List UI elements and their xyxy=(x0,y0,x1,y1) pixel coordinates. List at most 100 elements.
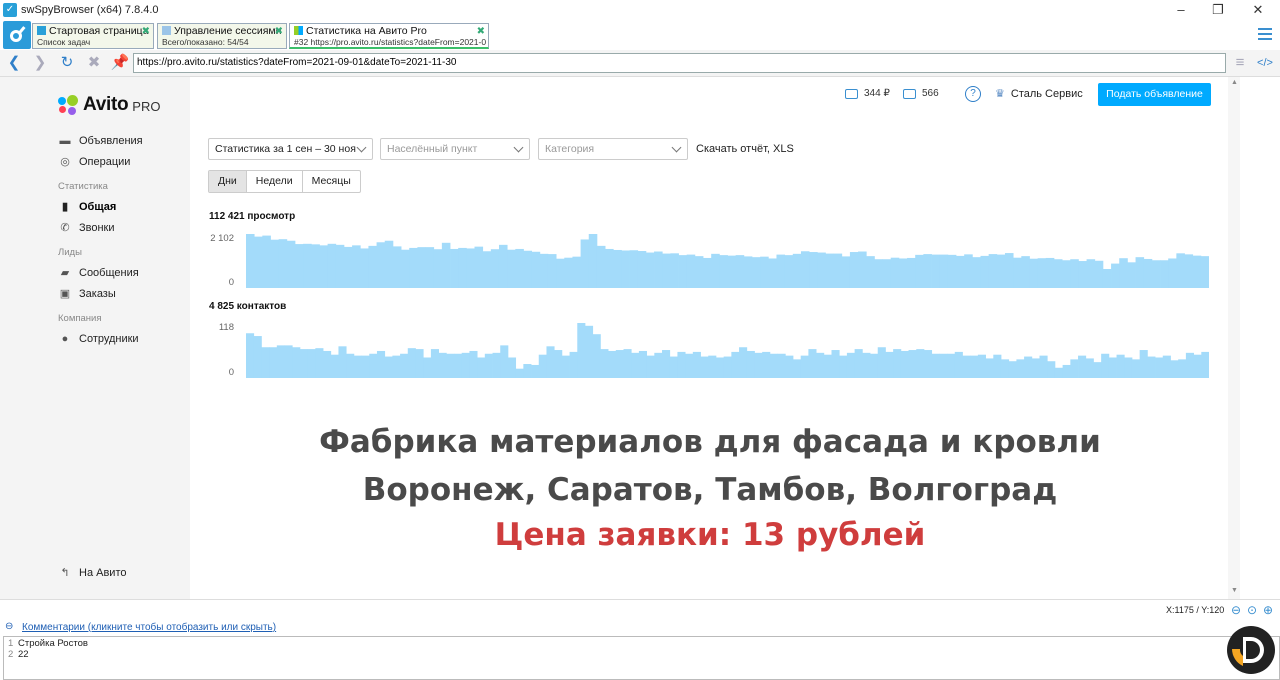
chart-bar[interactable] xyxy=(977,354,986,378)
chart-bar[interactable] xyxy=(1102,268,1112,288)
chart-bar[interactable] xyxy=(931,353,940,378)
chart-bar[interactable] xyxy=(762,351,771,378)
chart-bar[interactable] xyxy=(1008,361,1017,378)
chart-bar[interactable] xyxy=(662,253,671,288)
chart-bar[interactable] xyxy=(1045,257,1055,288)
chart-bar[interactable] xyxy=(1131,359,1141,378)
chart-bar[interactable] xyxy=(685,353,694,378)
chart-bar[interactable] xyxy=(564,257,573,288)
chart-bar[interactable] xyxy=(1170,360,1179,378)
chart-bar[interactable] xyxy=(561,355,570,378)
chart-bar[interactable] xyxy=(1062,364,1071,378)
sidebar-item-listings[interactable]: ▬ Объявления xyxy=(58,132,143,150)
chart-bar[interactable] xyxy=(846,352,856,378)
chart-bar[interactable] xyxy=(816,352,825,378)
chart-bar[interactable] xyxy=(1124,357,1133,378)
chart-bar[interactable] xyxy=(915,254,924,288)
chart-bar[interactable] xyxy=(931,254,941,288)
chart-bar[interactable] xyxy=(608,350,617,378)
chart-bar[interactable] xyxy=(323,350,332,378)
chart-bar[interactable] xyxy=(1013,257,1022,288)
chart-bar[interactable] xyxy=(877,347,886,378)
scroll-up-icon[interactable]: ▲ xyxy=(1231,79,1238,86)
chart-bar[interactable] xyxy=(1054,367,1064,378)
chart-bar[interactable] xyxy=(849,252,859,288)
chart-bar[interactable] xyxy=(785,355,794,378)
chart-bar[interactable] xyxy=(760,256,769,288)
chart-bar[interactable] xyxy=(605,248,614,288)
chart-bar[interactable] xyxy=(346,353,355,378)
forward-icon[interactable]: ❯ xyxy=(30,54,50,72)
chart-bar[interactable] xyxy=(294,244,304,288)
chart-bar[interactable] xyxy=(1192,255,1202,288)
chart-bar[interactable] xyxy=(700,356,709,378)
chart-bar[interactable] xyxy=(637,251,647,288)
chart-bar[interactable] xyxy=(507,357,517,378)
chart-bar[interactable] xyxy=(1062,260,1071,288)
chart-bar[interactable] xyxy=(715,357,725,378)
chart-bar[interactable] xyxy=(392,246,402,288)
chart-bar[interactable] xyxy=(482,251,492,288)
granularity-months[interactable]: Месяцы xyxy=(303,171,360,192)
chart-bar[interactable] xyxy=(1047,361,1056,378)
company-switcher[interactable]: ♛ Сталь Сервис xyxy=(995,87,1083,101)
chart-bar[interactable] xyxy=(276,345,285,378)
chart-bar[interactable] xyxy=(500,345,509,378)
chart-bar[interactable] xyxy=(1031,358,1040,378)
chart-bar[interactable] xyxy=(572,256,581,288)
chart-bar[interactable] xyxy=(343,246,353,288)
chart-bar[interactable] xyxy=(384,240,394,288)
chart-bar[interactable] xyxy=(507,249,516,288)
chart-bar[interactable] xyxy=(1086,259,1096,288)
chart-bar[interactable] xyxy=(615,350,624,378)
chart-bar[interactable] xyxy=(361,355,370,378)
chart-bar[interactable] xyxy=(292,347,301,378)
chart-bar[interactable] xyxy=(678,255,688,288)
chart-bar[interactable] xyxy=(792,359,802,378)
chart-bar[interactable] xyxy=(1160,260,1169,288)
chart-bar[interactable] xyxy=(1078,355,1087,378)
chart-bar[interactable] xyxy=(269,347,278,378)
chart-bar[interactable] xyxy=(438,352,447,378)
period-select[interactable]: Статистика за 1 сен – 30 ноя xyxy=(208,138,373,160)
tab-close-icon[interactable]: ✖ xyxy=(275,26,283,37)
chart-bar[interactable] xyxy=(711,253,720,288)
chart-bar[interactable] xyxy=(993,354,1002,378)
chart-bar[interactable] xyxy=(735,255,745,288)
chart-bar[interactable] xyxy=(246,234,255,288)
chart-bar[interactable] xyxy=(556,258,565,288)
chart-bar[interactable] xyxy=(430,349,439,378)
chart-bar[interactable] xyxy=(338,346,347,378)
chart-bar[interactable] xyxy=(996,254,1006,288)
chart-bar[interactable] xyxy=(893,349,902,378)
chart-bar[interactable] xyxy=(677,351,686,378)
chart-bar[interactable] xyxy=(939,353,948,378)
tab-close-icon[interactable]: ✖ xyxy=(142,26,150,37)
chart-bar[interactable] xyxy=(254,236,263,288)
chart-bar[interactable] xyxy=(854,349,863,378)
chart-bar[interactable] xyxy=(754,352,763,378)
comments-toggle-icon[interactable]: ⊖ xyxy=(5,621,13,632)
chart-bar[interactable] xyxy=(299,349,309,378)
chart-bar[interactable] xyxy=(1127,262,1136,288)
chart-bar[interactable] xyxy=(923,350,933,378)
chart-bar[interactable] xyxy=(596,245,606,288)
chart-bar[interactable] xyxy=(1155,357,1164,378)
chart-bar[interactable] xyxy=(916,349,925,378)
chart-bar[interactable] xyxy=(376,242,386,288)
chart-bar[interactable] xyxy=(923,254,932,288)
chart-bar[interactable] xyxy=(315,348,324,378)
zoom-out-icon[interactable]: ⊖ xyxy=(1231,603,1241,617)
chart-bar[interactable] xyxy=(1176,253,1185,288)
chart-bar[interactable] xyxy=(862,352,871,378)
chart-bar[interactable] xyxy=(800,251,810,288)
chart-bar[interactable] xyxy=(584,325,594,378)
chart-bar[interactable] xyxy=(1111,263,1120,288)
chart-bar[interactable] xyxy=(885,351,894,378)
chart-bar[interactable] xyxy=(1178,359,1187,378)
chart-bar[interactable] xyxy=(769,353,778,378)
chart-bar[interactable] xyxy=(1185,352,1194,378)
chart-bar[interactable] xyxy=(409,247,418,288)
chart-bar[interactable] xyxy=(253,336,262,378)
chart-bar[interactable] xyxy=(1147,356,1156,378)
